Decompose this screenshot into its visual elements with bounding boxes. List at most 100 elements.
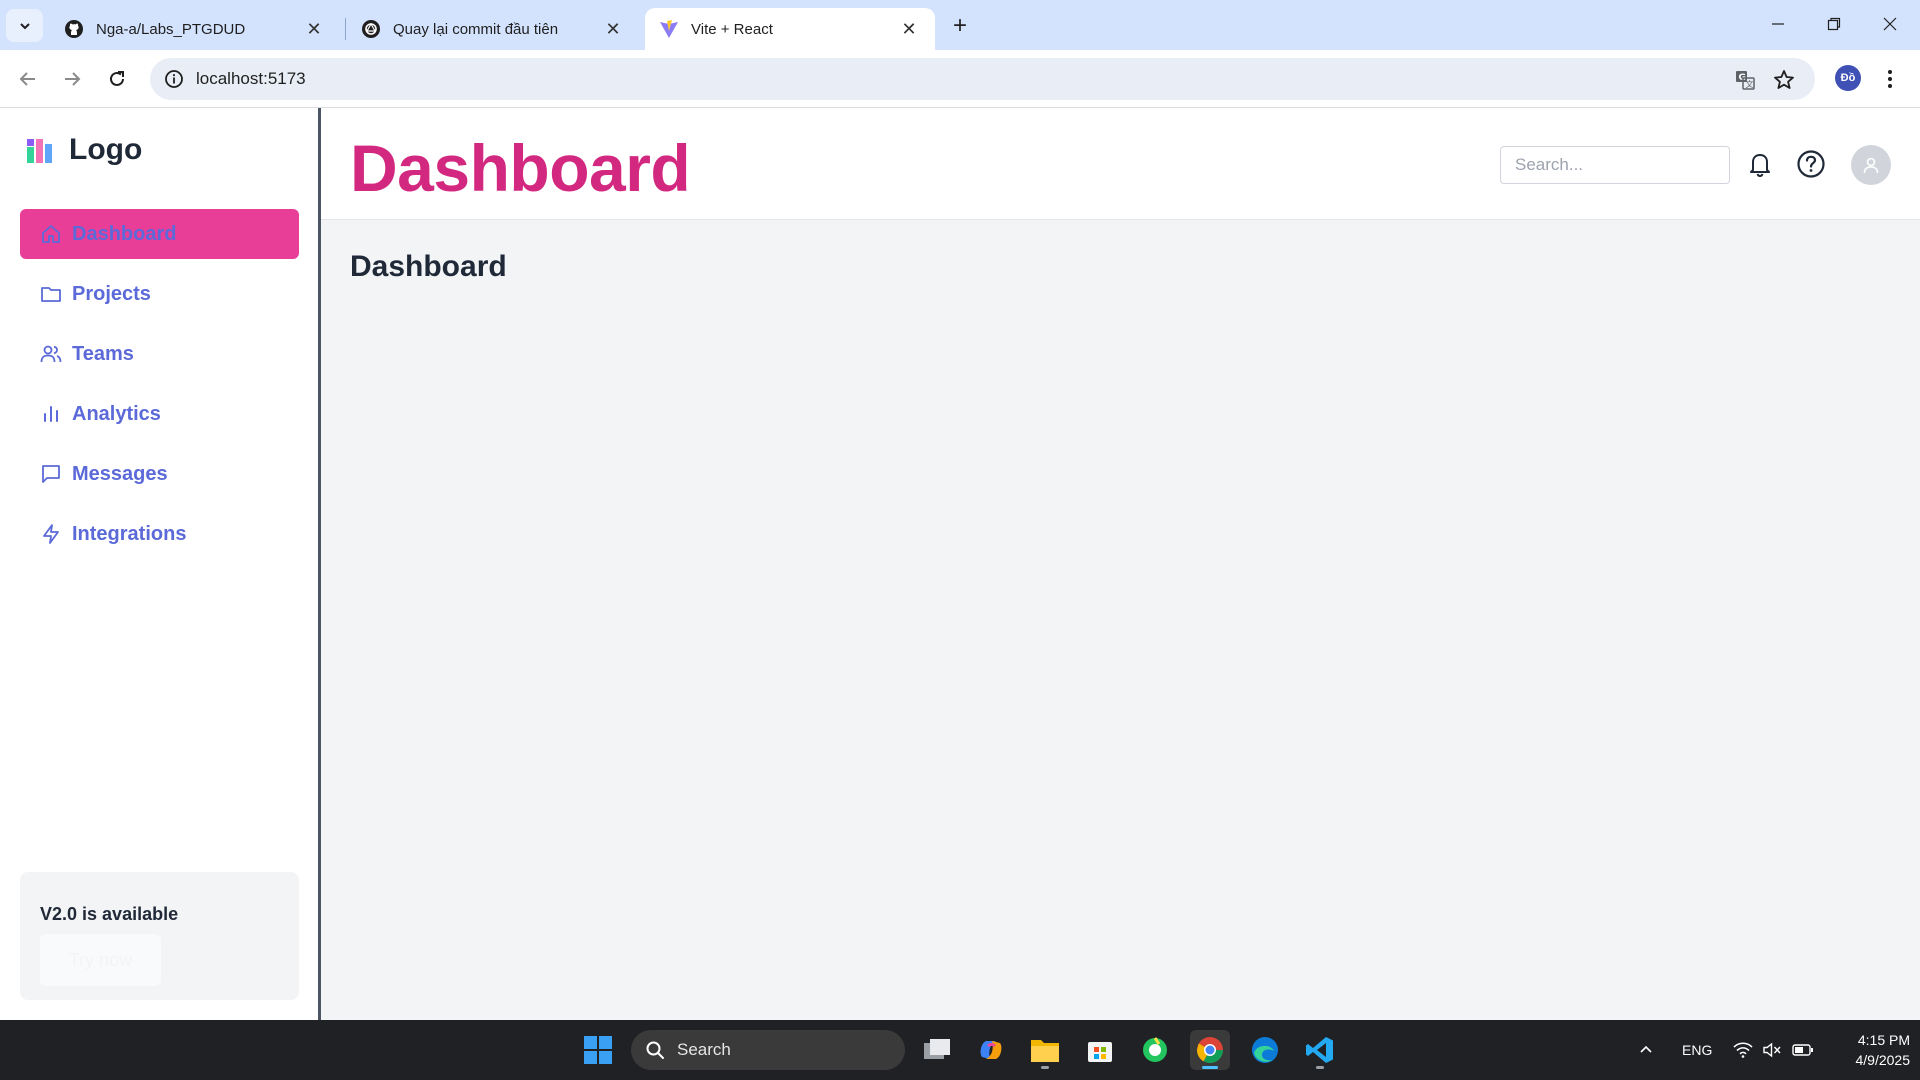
browser-tab-active[interactable]: Vite + React ✕ (645, 8, 935, 50)
copilot-icon (980, 1041, 1002, 1059)
forward-button[interactable] (57, 64, 87, 94)
sidebar-item-teams[interactable]: Teams (20, 329, 299, 379)
start-button[interactable] (583, 1035, 613, 1065)
close-window-button[interactable] (1862, 0, 1918, 48)
minimize-button[interactable] (1750, 0, 1806, 48)
vite-icon (659, 19, 679, 39)
url-text[interactable]: localhost:5173 (196, 69, 306, 89)
browser-tab[interactable]: Quay lại commit đầu tiên ✕ (347, 8, 639, 50)
store-icon (1088, 1042, 1112, 1062)
language-indicator[interactable]: ENG (1682, 1020, 1712, 1080)
reload-button[interactable] (102, 64, 132, 94)
bar-chart-icon (40, 403, 62, 425)
info-icon[interactable] (164, 69, 184, 89)
file-explorer-app[interactable] (1025, 1030, 1065, 1070)
app-icon (1143, 1037, 1167, 1062)
tab-title: Nga-a/Labs_PTGDUD (96, 20, 246, 38)
section-title: Dashboard (350, 250, 507, 283)
back-button[interactable] (13, 64, 43, 94)
windows-taskbar: Search ENG 4:15 PM 4/9/2025 (0, 1020, 1920, 1080)
message-icon (40, 463, 62, 485)
logo[interactable]: Logo (25, 133, 142, 167)
try-now-button[interactable]: Try now (40, 934, 161, 986)
windows-logo-icon (584, 1036, 612, 1064)
sidebar-item-integrations[interactable]: Integrations (20, 509, 299, 559)
svg-text:文: 文 (1746, 79, 1754, 89)
sidebar-item-label: Analytics (72, 402, 161, 425)
sidebar-item-messages[interactable]: Messages (20, 449, 299, 499)
sidebar-item-label: Dashboard (72, 222, 177, 245)
promo-title: V2.0 is available (40, 904, 179, 924)
main-content: Dashboard Dashboard (321, 108, 1920, 1020)
close-icon[interactable]: ✕ (304, 19, 324, 39)
arrow-right-icon (65, 72, 81, 86)
task-view-button[interactable] (917, 1030, 957, 1070)
address-bar[interactable]: localhost:5173 G文 (150, 58, 1815, 100)
vscode-app[interactable] (1300, 1030, 1340, 1070)
sidebar: Logo Dashboard Projects Teams Analytics … (0, 108, 321, 1020)
bolt-icon (40, 523, 62, 545)
green-app[interactable] (1135, 1030, 1175, 1070)
chrome-icon (1196, 1037, 1224, 1064)
openai-icon (361, 19, 381, 39)
profile-avatar[interactable]: Đồ (1835, 65, 1861, 91)
speaker-muted-icon[interactable] (1762, 1020, 1782, 1080)
bell-icon (1750, 154, 1770, 178)
sidebar-nav: Dashboard Projects Teams Analytics Messa… (20, 209, 299, 569)
folder-icon (40, 283, 62, 305)
user-avatar[interactable] (1851, 145, 1891, 185)
vscode-icon (1306, 1037, 1333, 1063)
logo-chart-icon (27, 139, 52, 163)
edge-app[interactable] (1245, 1030, 1285, 1070)
users-icon (40, 343, 62, 365)
github-icon (64, 19, 84, 39)
show-hidden-icons-button[interactable] (1638, 1020, 1654, 1080)
active-indicator (1202, 1066, 1218, 1069)
browser-tab[interactable]: Nga-a/Labs_PTGDUD ✕ (50, 8, 340, 50)
star-icon[interactable] (1773, 69, 1795, 91)
task-view-icon (924, 1039, 950, 1059)
edge-icon (1252, 1037, 1278, 1063)
more-vertical-icon (1888, 70, 1892, 88)
logo-text: Logo (69, 133, 143, 166)
notification-button[interactable] (1744, 148, 1776, 180)
top-header: Dashboard (321, 108, 1920, 220)
system-clock[interactable]: 4:15 PM 4/9/2025 (1820, 1030, 1911, 1070)
tab-search-button[interactable] (6, 9, 43, 42)
browser-toolbar: localhost:5173 G文 Đồ (0, 50, 1920, 108)
restore-icon (1827, 17, 1841, 31)
sidebar-item-label: Teams (72, 342, 134, 365)
clock-date: 4/9/2025 (1855, 1052, 1911, 1068)
reload-icon (110, 71, 124, 86)
search-input[interactable] (1500, 146, 1730, 184)
page-title: Dashboard (350, 131, 691, 205)
sidebar-item-label: Messages (72, 462, 168, 485)
wifi-icon[interactable] (1733, 1020, 1753, 1080)
help-circle-icon (1797, 150, 1825, 178)
help-button[interactable] (1795, 148, 1827, 180)
more-menu-button[interactable] (1880, 64, 1900, 94)
sidebar-item-dashboard[interactable]: Dashboard (20, 209, 299, 259)
microsoft-store-app[interactable] (1080, 1030, 1120, 1070)
taskbar-search[interactable]: Search (631, 1030, 905, 1070)
chrome-app[interactable] (1190, 1030, 1230, 1070)
battery-icon[interactable] (1792, 1020, 1814, 1080)
chevron-down-icon (19, 22, 30, 29)
arrow-left-icon (19, 72, 35, 86)
sidebar-item-projects[interactable]: Projects (20, 269, 299, 319)
folder-icon (1031, 1040, 1059, 1062)
sidebar-item-analytics[interactable]: Analytics (20, 389, 299, 439)
running-indicator (1316, 1066, 1324, 1069)
close-icon[interactable]: ✕ (603, 19, 623, 39)
close-icon[interactable]: ✕ (899, 19, 919, 39)
tab-title: Vite + React (691, 20, 773, 38)
clock-time: 4:15 PM (1857, 1032, 1910, 1048)
copilot-app[interactable] (971, 1030, 1011, 1070)
upgrade-promo-card: V2.0 is available Try now (20, 872, 299, 1000)
search-icon (646, 1041, 664, 1059)
restore-button[interactable] (1806, 0, 1862, 48)
sidebar-item-label: Integrations (72, 522, 187, 545)
new-tab-button[interactable]: + (946, 12, 974, 40)
translate-icon[interactable]: G文 (1734, 69, 1756, 91)
minimize-icon (1772, 23, 1784, 25)
